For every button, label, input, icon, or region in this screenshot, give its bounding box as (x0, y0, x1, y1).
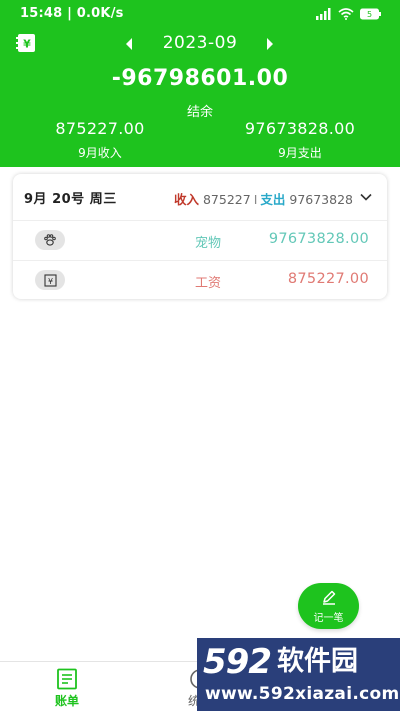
watermark-brand: 592 软件园 (203, 642, 358, 682)
month-income-label: 9月收入 (78, 146, 122, 160)
watermark-text: 软件园 (276, 646, 358, 677)
entry-category: 工资 (194, 276, 221, 291)
pencil-icon (323, 590, 336, 605)
month-income-summary: 875227.00 9月收入 (20, 119, 180, 161)
day-totals: 收入 875227 I 支出 97673828 (174, 189, 353, 208)
prev-month-icon[interactable] (121, 35, 137, 53)
next-month-icon[interactable] (262, 35, 278, 53)
month-expense-summary: 97673828.00 9月支出 (220, 119, 380, 161)
status-bar: 15:48 | 0.0K/s 5 (0, 0, 400, 28)
nav-bills[interactable]: 账单 (37, 666, 97, 710)
status-network-speed: 0.0K/s (76, 6, 124, 21)
current-month[interactable]: 2023-09 (140, 33, 260, 53)
day-date: 9月 20号 周三 (24, 192, 117, 207)
signal-icon (316, 8, 331, 20)
header: 15:48 | 0.0K/s 5 ¥ 2023-09 -96798601.00 … (0, 0, 400, 167)
day-header[interactable]: 9月 20号 周三 收入 875227 I 支出 97673828 (13, 174, 387, 219)
watermark-number: 592 (203, 642, 272, 682)
svg-text:¥: ¥ (47, 277, 52, 286)
app-root: 15:48 | 0.0K/s 5 ¥ 2023-09 -96798601.00 … (0, 0, 400, 711)
battery-icon: 5 (360, 8, 381, 20)
battery-level: 5 (367, 10, 372, 19)
day-totals-separator: I (253, 192, 258, 207)
entry-category: 宠物 (194, 236, 221, 251)
watermark-url: www.592xiazai.com (205, 684, 400, 704)
day-income-value: 875227 (202, 192, 251, 207)
wifi-icon (338, 8, 354, 20)
entry-icon-container: ¥ (35, 270, 65, 290)
salary-icon: ¥ (43, 273, 57, 287)
entry-amount: 97673828.00 (268, 231, 369, 247)
add-record-label: 记一笔 (313, 613, 344, 624)
status-time: 15:48 | 0.0K/s (20, 6, 124, 21)
month-navigator: 2023-09 (0, 31, 400, 57)
month-income-value: 875227.00 (55, 119, 145, 138)
entry-amount: 875227.00 (287, 271, 369, 287)
nav-bills-label: 账单 (54, 694, 79, 708)
chevron-down-icon[interactable] (359, 192, 373, 202)
day-expense-value: 97673828 (289, 192, 353, 207)
balance-value: -96798601.00 (111, 66, 289, 91)
entry-row-pet[interactable]: 宠物 97673828.00 (13, 220, 387, 260)
month-expense-label: 9月支出 (278, 146, 322, 160)
day-record-card: 9月 20号 周三 收入 875227 I 支出 97673828 宠物 97673… (13, 174, 387, 299)
status-clock: 15:48 (20, 6, 63, 21)
day-income-label: 收入 (173, 192, 199, 207)
month-expense-value: 97673828.00 (244, 119, 356, 138)
bill-icon (57, 668, 77, 690)
entry-row-salary[interactable]: ¥ 工资 875227.00 (13, 260, 387, 300)
entry-icon-container (35, 230, 65, 250)
watermark-logo: 592 软件园 www.592xiazai.com (197, 638, 400, 711)
add-record-button[interactable]: 记一笔 (298, 583, 359, 629)
day-expense-label: 支出 (260, 192, 286, 207)
status-icons: 5 (316, 6, 382, 22)
balance-label: 结余 (186, 105, 213, 120)
paw-icon (44, 234, 56, 246)
